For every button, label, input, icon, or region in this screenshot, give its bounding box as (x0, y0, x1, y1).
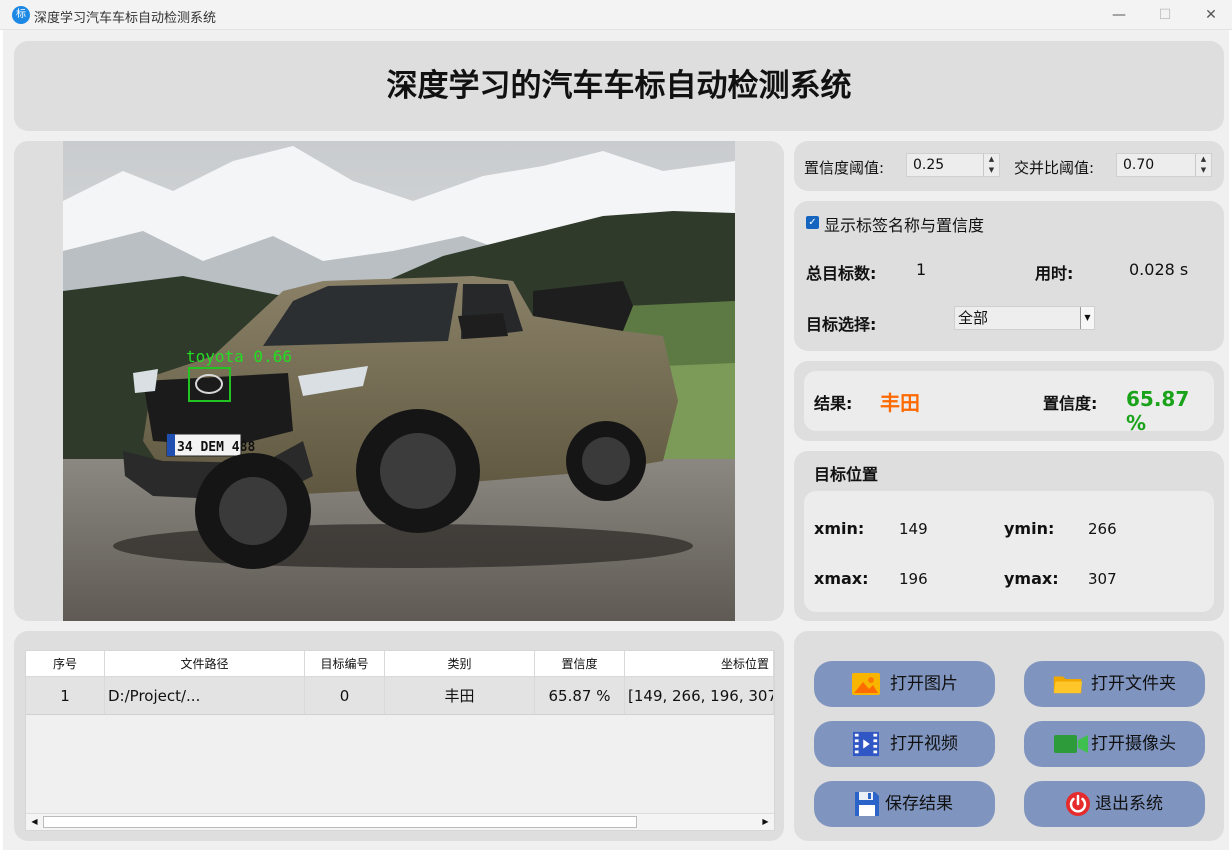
target-position-title: 目标位置 (814, 465, 879, 484)
dropdown-arrow-icon[interactable]: ▼ (1080, 307, 1094, 329)
license-plate-text: 34 DEM 488 (177, 440, 255, 455)
xmin-label: xmin: (814, 519, 865, 538)
ymin-value: 266 (1088, 520, 1117, 538)
result-panel: 结果: 丰田 置信度: 65.87 % (794, 361, 1224, 441)
result-value: 丰田 (880, 391, 920, 415)
scroll-left-arrow-icon[interactable]: ◀ (26, 814, 43, 830)
iou-threshold-stepper-arrows[interactable]: ▲ ▼ (1195, 154, 1211, 176)
results-table[interactable]: 序号 文件路径 目标编号 类别 置信度 坐标位置 1 D:/Project/..… (25, 650, 775, 831)
exit-system-label: 退出系统 (1095, 794, 1163, 814)
scroll-right-arrow-icon[interactable]: ▶ (757, 814, 774, 830)
car-photo: 34 DEM 488 (63, 141, 735, 621)
column-header-confidence[interactable]: 置信度 (535, 651, 625, 677)
maximize-button[interactable]: ☐ (1142, 2, 1188, 28)
open-folder-button[interactable]: 打开文件夹 (1024, 661, 1205, 707)
elapsed-time-label: 用时: (1035, 264, 1074, 283)
threshold-panel: 置信度阈值: 0.25 ▲ ▼ 交并比阈值: 0.70 ▲ ▼ (794, 141, 1224, 191)
conf-threshold-value: 0.25 (913, 157, 945, 173)
options-panel: ✓ 显示标签名称与置信度 总目标数: 1 用时: 0.028 s 目标选择: 全… (794, 201, 1224, 351)
table-cell-coordinates[interactable]: [149, 266, 196, 307] (625, 677, 774, 715)
ymin-label: ymin: (1004, 519, 1055, 538)
ymax-value: 307 (1088, 570, 1117, 588)
column-header-file-path[interactable]: 文件路径 (105, 651, 305, 677)
show-labels-text: 显示标签名称与置信度 (824, 216, 985, 235)
open-image-button[interactable]: 打开图片 (814, 661, 995, 707)
action-buttons-panel: 打开图片 打开文件夹 打开视频 打开摄像头 保存结果 退出系统 (794, 631, 1224, 841)
column-header-index[interactable]: 序号 (26, 651, 105, 677)
target-select-dropdown[interactable]: 全部 ▼ (954, 306, 1095, 330)
exit-system-button[interactable]: 退出系统 (1024, 781, 1205, 827)
result-confidence-label: 置信度: (1043, 394, 1098, 413)
iou-threshold-value: 0.70 (1123, 157, 1155, 173)
results-table-panel: 序号 文件路径 目标编号 类别 置信度 坐标位置 1 D:/Project/..… (14, 631, 784, 841)
table-cell-file-path[interactable]: D:/Project/... (105, 677, 305, 715)
image-display-panel: 34 DEM 488 toyota 0.66 (14, 141, 784, 621)
open-image-label: 打开图片 (890, 674, 958, 694)
target-position-box: xmin: 149 ymin: 266 xmax: 196 ymax: 307 (804, 491, 1214, 612)
target-position-panel: 目标位置 xmin: 149 ymin: 266 xmax: 196 ymax:… (794, 451, 1224, 621)
save-result-button[interactable]: 保存结果 (814, 781, 995, 827)
folder-icon (1053, 676, 1083, 694)
save-result-label: 保存结果 (885, 794, 953, 814)
conf-threshold-stepper-arrows[interactable]: ▲ ▼ (983, 154, 999, 176)
table-cell-class[interactable]: 丰田 (385, 677, 535, 715)
conf-threshold-spinbox[interactable]: 0.25 ▲ ▼ (906, 153, 1000, 177)
column-header-coordinates[interactable]: 坐标位置 (625, 651, 774, 677)
ymax-label: ymax: (1004, 569, 1059, 588)
show-labels-checkbox[interactable]: ✓ (806, 216, 819, 229)
table-cell-confidence[interactable]: 65.87 % (535, 677, 625, 715)
open-folder-label: 打开文件夹 (1091, 674, 1176, 694)
detection-label: toyota 0.66 (186, 347, 292, 366)
open-video-label: 打开视频 (890, 734, 958, 754)
window-titlebar: 标 深度学习汽车车标自动检测系统 — ☐ ✕ (0, 0, 1232, 30)
table-cell-target-id[interactable]: 0 (305, 677, 385, 715)
detection-bounding-box (188, 367, 231, 402)
header-panel: 深度学习的汽车车标自动检测系统 (14, 41, 1224, 131)
column-header-class[interactable]: 类别 (385, 651, 535, 677)
target-select-value: 全部 (958, 309, 989, 327)
total-targets-label: 总目标数: (806, 264, 877, 283)
minimize-button[interactable]: — (1096, 2, 1142, 28)
horizontal-scrollbar[interactable]: ◀ ▶ (26, 813, 774, 830)
xmax-value: 196 (899, 570, 928, 588)
result-confidence-value: 65.87 % (1126, 387, 1190, 435)
camera-icon (1054, 735, 1088, 753)
elapsed-time-value: 0.028 s (1129, 260, 1189, 279)
image-icon (852, 673, 880, 695)
conf-threshold-label: 置信度阈值: (804, 159, 885, 177)
power-icon (1066, 792, 1090, 816)
iou-threshold-spinbox[interactable]: 0.70 ▲ ▼ (1116, 153, 1212, 177)
page-title: 深度学习的汽车车标自动检测系统 (386, 68, 852, 104)
scrollbar-thumb[interactable] (43, 816, 637, 828)
xmax-label: xmax: (814, 569, 869, 588)
close-button[interactable]: ✕ (1188, 2, 1232, 28)
open-video-button[interactable]: 打开视频 (814, 721, 995, 767)
save-icon (855, 792, 879, 816)
open-camera-label: 打开摄像头 (1091, 734, 1176, 754)
main-window-content: 深度学习的汽车车标自动检测系统 34 DEM 488 toyota 0.66 置… (3, 30, 1229, 850)
total-targets-value: 1 (916, 260, 927, 279)
table-cell-index[interactable]: 1 (26, 677, 105, 715)
video-icon (853, 731, 879, 757)
xmin-value: 149 (899, 520, 928, 538)
result-label: 结果: (814, 394, 853, 413)
window-title: 深度学习汽车车标自动检测系统 (34, 11, 217, 26)
column-header-target-id[interactable]: 目标编号 (305, 651, 385, 677)
app-icon: 标 (12, 6, 30, 24)
target-select-label: 目标选择: (806, 315, 877, 334)
result-box: 结果: 丰田 置信度: 65.87 % (804, 371, 1214, 435)
detection-image: 34 DEM 488 toyota 0.66 (63, 141, 735, 621)
open-camera-button[interactable]: 打开摄像头 (1024, 721, 1205, 767)
iou-threshold-label: 交并比阈值: (1014, 159, 1095, 177)
